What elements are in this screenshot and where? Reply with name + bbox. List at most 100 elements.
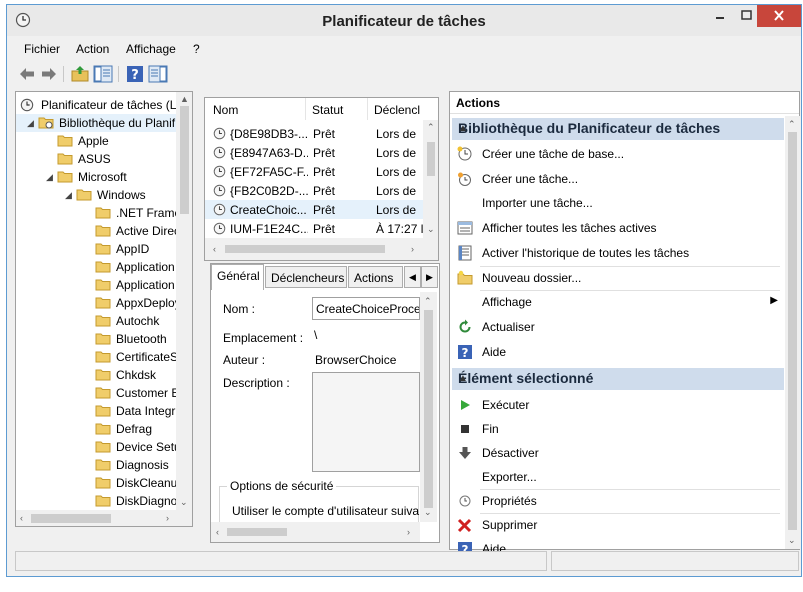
tree-item-folder[interactable]: Application: [16, 258, 176, 276]
tab-scroll-left[interactable]: ◀: [404, 266, 421, 288]
scrollbar-thumb[interactable]: [227, 528, 287, 536]
tree-item-folder[interactable]: Chkdsk: [16, 366, 176, 384]
scroll-down-icon[interactable]: ⌄: [424, 507, 432, 517]
tab-scroll-right[interactable]: ▶: [421, 266, 438, 288]
show-hide-console-tree-icon[interactable]: [93, 64, 113, 84]
column-header-name[interactable]: Nom: [205, 98, 306, 120]
menu-file[interactable]: Fichier: [24, 42, 60, 56]
action-item[interactable]: Affichage ▶: [452, 291, 784, 313]
column-header-trigger[interactable]: Déclencl: [368, 98, 423, 120]
scrollbar-thumb[interactable]: [427, 142, 435, 176]
tab-general[interactable]: Général: [211, 264, 264, 290]
location-value[interactable]: \: [314, 328, 317, 342]
scrollbar-thumb[interactable]: [788, 132, 797, 530]
tree-item-library[interactable]: ◢ Bibliothèque du Planif: [16, 114, 192, 132]
column-header-status[interactable]: Statut: [306, 98, 368, 120]
scrollbar-thumb[interactable]: [180, 106, 189, 214]
tree-item-folder[interactable]: DiskCleanu: [16, 474, 177, 492]
action-item[interactable]: Importer une tâche...: [452, 192, 784, 214]
task-row[interactable]: {EF72FA5C-F... Prêt Lors de: [205, 162, 423, 181]
tree-item-folder[interactable]: AppID: [16, 240, 176, 258]
tab-triggers[interactable]: Déclencheurs: [265, 266, 347, 288]
action-item[interactable]: Créer une tâche...: [452, 168, 784, 190]
task-row[interactable]: CreateChoic... Prêt Lors de: [205, 200, 423, 219]
tree-horizontal-scrollbar[interactable]: ‹ ›: [16, 510, 192, 526]
task-list-horizontal-scrollbar[interactable]: ‹ ›: [205, 238, 438, 260]
menu-view[interactable]: Affichage: [126, 42, 176, 56]
collapse-arrow-icon[interactable]: ◢: [46, 172, 53, 183]
tree-item-folder[interactable]: Bluetooth: [16, 330, 176, 348]
task-row[interactable]: {E8947A63-D... Prêt Lors de: [205, 143, 423, 162]
menu-action[interactable]: Action: [76, 42, 109, 56]
task-row[interactable]: {FB2C0B2D-... Prêt Lors de: [205, 181, 423, 200]
tree-item-microsoft[interactable]: ◢ Microsoft: [16, 168, 192, 186]
scroll-up-icon[interactable]: ⌃: [424, 296, 432, 306]
action-item[interactable]: Supprimer: [452, 514, 784, 536]
action-item[interactable]: Actualiser: [452, 316, 784, 338]
tree-item-asus[interactable]: ASUS: [16, 150, 192, 168]
scroll-right-icon[interactable]: ›: [166, 513, 169, 523]
action-item[interactable]: Nouveau dossier...: [452, 267, 784, 289]
tree-item-folder[interactable]: Device Setu: [16, 438, 181, 456]
actions-vertical-scrollbar[interactable]: ⌃ ⌄: [785, 116, 800, 549]
action-item[interactable]: Propriétés: [452, 490, 784, 512]
tree-item-folder[interactable]: Data Integri: [16, 402, 178, 420]
action-item[interactable]: Exporter...: [452, 466, 784, 488]
tree-item-windows[interactable]: ◢ Windows: [16, 186, 192, 204]
console-tree[interactable]: Planificateur de tâches (Lo ◢ Bibliothèq…: [15, 91, 193, 527]
task-row[interactable]: IUM-F1E24C... Prêt À 17:27 l: [205, 219, 423, 238]
action-item[interactable]: Fin: [452, 418, 784, 440]
tree-item-folder[interactable]: AppxDeploy: [16, 294, 181, 312]
details-vertical-scrollbar[interactable]: ⌃ ⌄: [420, 292, 437, 522]
collapse-arrow-icon[interactable]: ◢: [27, 118, 34, 129]
tree-item-apple[interactable]: Apple: [16, 132, 192, 150]
action-item[interactable]: Activer l'historique de toutes les tâche…: [452, 242, 784, 264]
tree-item-folder[interactable]: DiskDiagno: [16, 492, 177, 510]
menu-help[interactable]: ?: [193, 42, 200, 56]
scroll-down-icon[interactable]: ⌄: [788, 535, 796, 545]
collapse-section-icon[interactable]: ▲: [458, 123, 778, 134]
task-list-vertical-scrollbar[interactable]: ⌃ ⌄: [423, 120, 438, 238]
up-folder-icon[interactable]: [70, 64, 90, 84]
scroll-left-icon[interactable]: ‹: [213, 244, 216, 254]
scroll-up-icon[interactable]: ⌃: [427, 122, 435, 132]
action-item[interactable]: Désactiver: [452, 442, 784, 464]
tree-item-folder[interactable]: .NET Frame: [16, 204, 181, 222]
scroll-left-icon[interactable]: ‹: [20, 513, 23, 523]
author-value[interactable]: BrowserChoice: [315, 353, 396, 367]
task-row[interactable]: {D8E98DB3-... Prêt Lors de: [205, 124, 423, 143]
details-horizontal-scrollbar[interactable]: ‹ ›: [211, 522, 420, 542]
scrollbar-thumb[interactable]: [424, 310, 433, 508]
minimize-button[interactable]: [707, 5, 733, 27]
name-field[interactable]: CreateChoiceProces: [312, 297, 420, 320]
close-button[interactable]: [757, 5, 801, 27]
tree-item-folder[interactable]: Autochk: [16, 312, 176, 330]
scroll-up-icon[interactable]: ⌃: [788, 119, 796, 129]
action-item[interactable]: Afficher toutes les tâches actives: [452, 217, 784, 239]
tree-item-root[interactable]: Planificateur de tâches (Lo: [16, 96, 192, 114]
help-icon[interactable]: ?: [125, 64, 145, 84]
tab-actions[interactable]: Actions: [348, 266, 403, 288]
scroll-down-icon[interactable]: ⌄: [180, 497, 188, 507]
tree-item-folder[interactable]: Active Direc: [16, 222, 180, 240]
action-item[interactable]: Créer une tâche de base...: [452, 143, 784, 165]
task-list[interactable]: Nom Statut Déclencl {D8E98DB3-... Prêt Lor…: [204, 97, 439, 261]
scrollbar-thumb[interactable]: [225, 245, 385, 253]
section-task-library[interactable]: Bibliothèque du Planificateur de tâches …: [452, 118, 784, 140]
show-hide-action-pane-icon[interactable]: [148, 64, 168, 84]
forward-arrow-icon[interactable]: [39, 64, 59, 84]
back-arrow-icon[interactable]: [17, 64, 37, 84]
tree-vertical-scrollbar[interactable]: ▲ ⌄: [176, 92, 192, 510]
tree-item-folder[interactable]: Application: [16, 276, 176, 294]
scroll-right-icon[interactable]: ›: [411, 244, 414, 254]
collapse-section-icon[interactable]: ▲: [458, 373, 778, 384]
tree-item-folder[interactable]: CertificateS: [16, 348, 178, 366]
scrollbar-thumb[interactable]: [31, 514, 111, 523]
section-selected-item[interactable]: Élément sélectionné ▲: [452, 368, 784, 390]
tree-item-folder[interactable]: Customer E: [16, 384, 179, 402]
scroll-up-icon[interactable]: ▲: [180, 94, 189, 104]
description-field[interactable]: [312, 372, 420, 472]
scroll-left-icon[interactable]: ‹: [216, 527, 219, 537]
tree-item-folder[interactable]: Defrag: [16, 420, 176, 438]
collapse-arrow-icon[interactable]: ◢: [65, 190, 72, 201]
